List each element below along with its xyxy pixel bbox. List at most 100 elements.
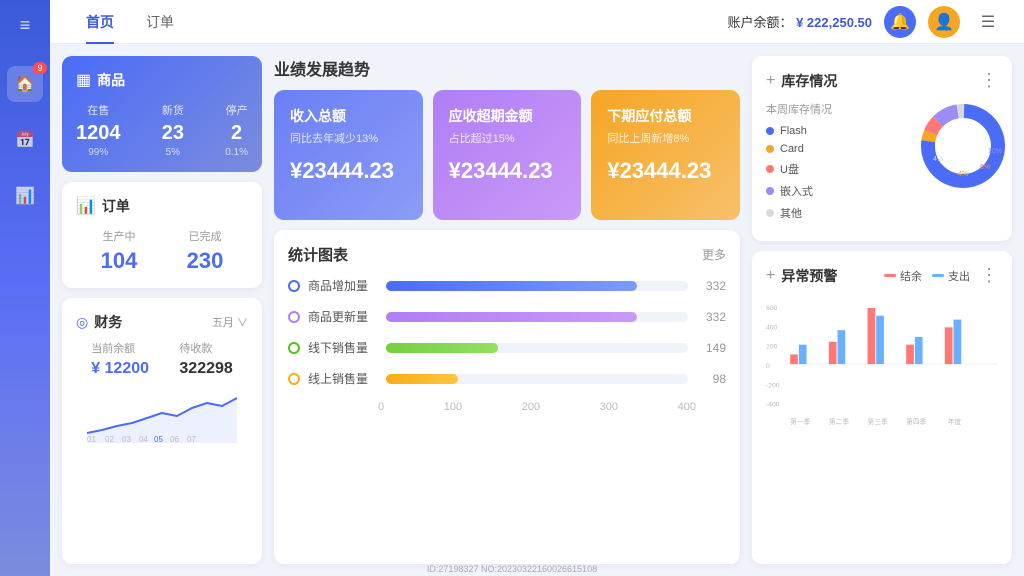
anomaly-chart: 600 400 200 0 -200 -400	[766, 296, 998, 441]
tab-home[interactable]: 首页	[70, 0, 130, 44]
axis-1: 100	[444, 401, 462, 413]
perf-card-payable: 下期应付总额 同比上周新增8% ¥23444.23	[591, 90, 740, 220]
svg-text:400: 400	[766, 324, 778, 331]
legend-dot-flash	[766, 127, 774, 135]
svg-text:06: 06	[170, 435, 179, 443]
svg-text:01: 01	[87, 435, 96, 443]
svg-text:年度: 年度	[948, 417, 962, 426]
finance-icon: ◎	[76, 314, 88, 331]
bar-value-2: 149	[696, 341, 726, 355]
bar-fill-2	[386, 343, 498, 353]
svg-text:04: 04	[139, 435, 148, 443]
finance-balance: 当前余额 ¥ 12200	[91, 340, 149, 378]
bar-container-1	[386, 312, 688, 322]
bar-value-1: 332	[696, 310, 726, 324]
svg-text:07: 07	[187, 435, 196, 443]
legend-dot-other	[766, 209, 774, 217]
svg-text:0: 0	[766, 363, 770, 370]
stats-header: 统计图表 更多	[288, 244, 726, 265]
order-title: 订单	[102, 196, 130, 216]
finance-title: 财务	[94, 312, 122, 332]
bar-value-3: 98	[696, 372, 726, 386]
finance-card: ◎ 财务 五月 ∨ 当前余额 ¥ 12200 待收款 322298	[62, 298, 262, 564]
anomaly-more-button[interactable]: ⋮	[980, 265, 998, 286]
inventory-content: 本周库存情况 Flash Card U盘	[766, 101, 998, 227]
perf-card-receivable: 应收超期金额 占比超过15% ¥23444.23	[433, 90, 582, 220]
bar-label-2: 线下销售量	[308, 339, 378, 356]
inventory-card: + 库存情况 ⋮ 本周库存情况 Flash Card	[752, 56, 1012, 241]
performance-cards: 收入总额 同比去年减少13% ¥23444.23 应收超期金额 占比超过15% …	[274, 90, 740, 220]
add-inventory-button[interactable]: +	[766, 72, 775, 90]
performance-section: 业绩发展趋势 收入总额 同比去年减少13% ¥23444.23 应收超期金额 占…	[274, 56, 740, 220]
axis-4: 400	[678, 401, 696, 413]
watermark: ID:27198327 NO:20230322160026615108	[427, 564, 597, 574]
order-icon: 📊	[76, 196, 96, 216]
axis-3: 300	[600, 401, 618, 413]
inventory-more-button[interactable]: ⋮	[980, 70, 998, 91]
add-anomaly-button[interactable]: +	[766, 267, 775, 285]
right-panel: + 库存情况 ⋮ 本周库存情况 Flash Card	[752, 56, 1012, 564]
legend-card: Card	[766, 143, 908, 155]
svg-text:第二季: 第二季	[829, 417, 850, 426]
svg-text:-200: -200	[766, 382, 780, 389]
legend-zhichu: 支出	[932, 268, 970, 284]
stats-chart-card: 统计图表 更多 商品增加量 332 商品更新量	[274, 230, 740, 564]
anomaly-header: + 异常预警 结余 支出	[766, 265, 998, 286]
account-label: 账户余额： ¥ 222,250.50	[727, 12, 872, 31]
content-area: ▦ 商品 在售 1204 99% 新货 23 5% 停产	[50, 44, 1024, 576]
main-area: 首页 订单 账户余额： ¥ 222,250.50 🔔 👤 ☰ ▦ 商品	[50, 0, 1024, 576]
product-card: ▦ 商品 在售 1204 99% 新货 23 5% 停产	[62, 56, 262, 172]
month-selector[interactable]: 五月 ∨	[212, 314, 248, 330]
header: 首页 订单 账户余额： ¥ 222,250.50 🔔 👤 ☰	[50, 0, 1024, 44]
bar-indicator-3	[288, 373, 300, 385]
jieyu-dot	[884, 274, 896, 277]
bar-fill-0	[386, 281, 637, 291]
stat-new: 新货 23 5%	[162, 102, 184, 158]
bar-container-0	[386, 281, 688, 291]
more-link[interactable]: 更多	[702, 246, 726, 263]
finance-chart: 01 02 03 04 05 06 07	[76, 388, 248, 438]
svg-text:600: 600	[766, 305, 778, 312]
stat-on-sale: 在售 1204 99%	[76, 102, 121, 158]
bar-value-0: 332	[696, 279, 726, 293]
legend-jieyu: 结余	[884, 268, 922, 284]
legend-dot-card	[766, 145, 774, 153]
menu-icon[interactable]: ≡	[20, 15, 31, 36]
legend-flash: Flash	[766, 125, 908, 137]
order-in-production: 生产中 104	[101, 228, 138, 274]
bar-row-1: 商品更新量 332	[288, 308, 726, 325]
finance-receivable: 待收款 322298	[179, 340, 232, 378]
svg-text:6%: 6%	[980, 164, 990, 171]
legend-dot-udisk	[766, 165, 774, 173]
sidebar-item-chart[interactable]: 📊	[7, 178, 43, 214]
bar-g1-jieyu	[790, 354, 798, 364]
stat-discontinued: 停产 2 0.1%	[225, 102, 248, 158]
bell-button[interactable]: 🔔	[884, 6, 916, 38]
svg-text:05: 05	[154, 435, 163, 443]
anomaly-title: 异常预警	[781, 266, 837, 286]
header-menu-button[interactable]: ☰	[972, 6, 1004, 38]
bar-row-0: 商品增加量 332	[288, 277, 726, 294]
bar-indicator-1	[288, 311, 300, 323]
svg-text:第三季: 第三季	[868, 417, 889, 426]
sidebar-item-home[interactable]: 🏠 9	[7, 66, 43, 102]
svg-text:4%: 4%	[958, 171, 968, 178]
tab-orders[interactable]: 订单	[130, 0, 190, 44]
legend-udisk: U盘	[766, 161, 908, 177]
svg-text:76%: 76%	[980, 118, 994, 125]
calendar-icon: 📅	[15, 130, 35, 150]
perf-card-revenue: 收入总额 同比去年减少13% ¥23444.23	[274, 90, 423, 220]
inventory-subtitle: 本周库存情况	[766, 101, 908, 117]
balance-amount: ¥ 222,250.50	[796, 15, 872, 30]
order-stats: 生产中 104 已完成 230	[76, 228, 248, 274]
svg-text:02: 02	[105, 435, 114, 443]
anomaly-card: + 异常预警 结余 支出	[752, 251, 1012, 564]
avatar-button[interactable]: 👤	[928, 6, 960, 38]
bar-label-1: 商品更新量	[308, 308, 378, 325]
svg-text:10%: 10%	[988, 148, 1002, 155]
svg-text:第四季: 第四季	[906, 417, 927, 426]
nav: 首页 订单	[70, 0, 190, 44]
zhichu-dot	[932, 274, 944, 277]
sidebar: ≡ 🏠 9 📅 📊	[0, 0, 50, 576]
sidebar-item-calendar[interactable]: 📅	[7, 122, 43, 158]
